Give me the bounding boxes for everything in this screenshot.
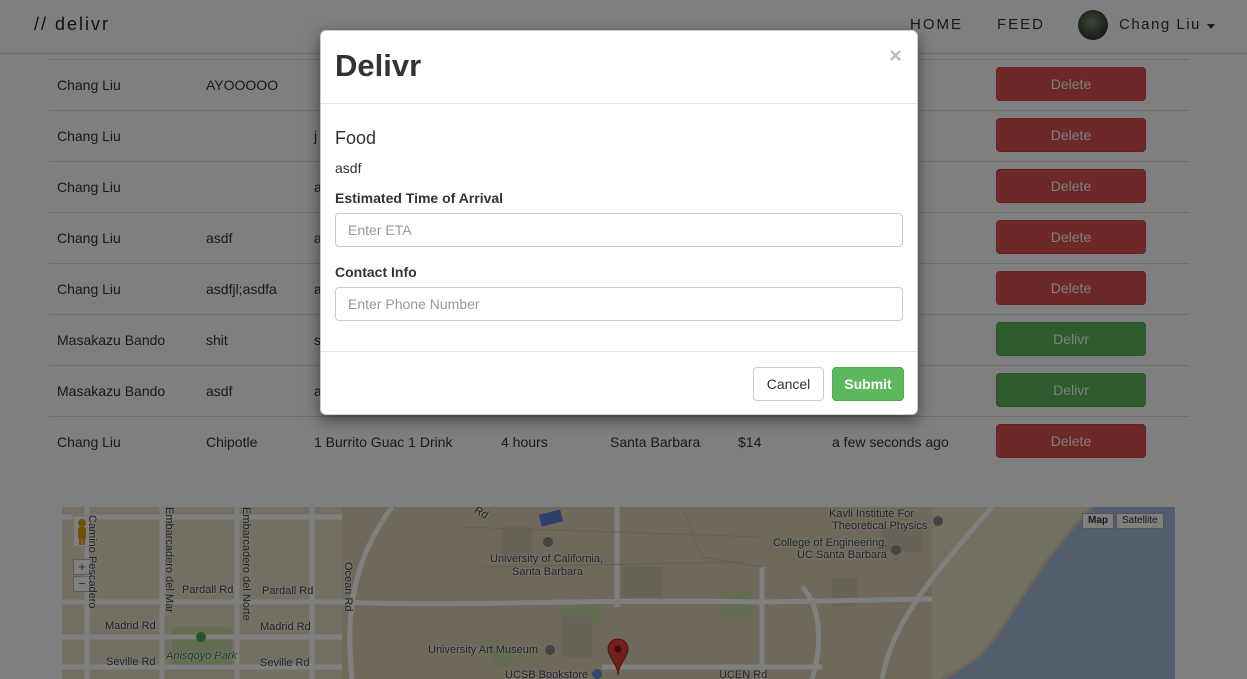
modal-footer-divider [321,351,917,352]
eta-label: Estimated Time of Arrival [335,190,504,206]
food-value: asdf [335,160,362,176]
close-icon[interactable]: × [889,44,902,68]
modal-title: Delivr [335,48,422,83]
delivr-modal: Delivr × Food asdf Estimated Time of Arr… [320,30,918,415]
submit-button[interactable]: Submit [832,367,904,401]
eta-input[interactable] [335,213,903,247]
cancel-button[interactable]: Cancel [753,367,824,401]
food-heading: Food [335,128,377,148]
contact-info-label: Contact Info [335,264,417,280]
modal-header-divider [321,103,917,104]
phone-number-input[interactable] [335,287,903,321]
